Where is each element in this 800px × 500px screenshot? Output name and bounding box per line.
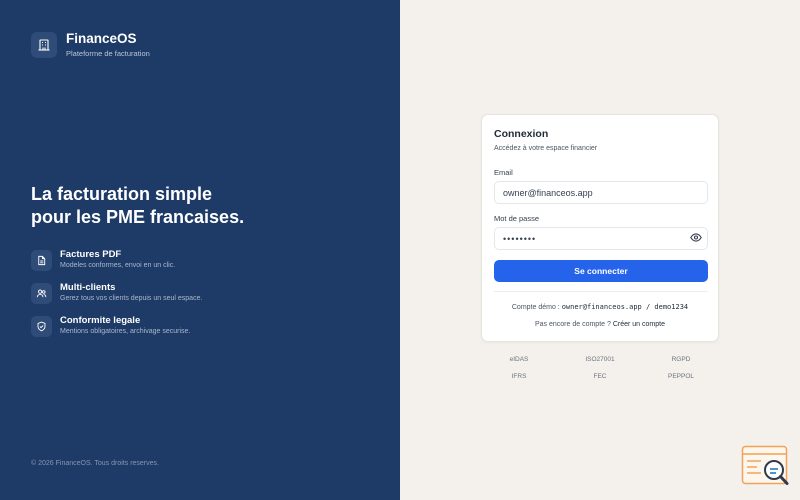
feature-title: Factures PDF [60,249,122,260]
feature-item: Factures PDF Modeles conformes, envoi en… [31,249,202,282]
document-icon [31,250,52,271]
feature-list: Factures PDF Modeles conformes, envoi en… [31,249,202,348]
compliance-badge: ISO27001 [585,356,615,363]
compliance-badge: PEPPOL [667,373,694,380]
hero-headline: La facturation simple pour les PME franc… [31,183,371,229]
demo-account-hint: Compte démo : owner@financeos.app / demo… [482,303,718,311]
demo-credentials: owner@financeos.app / demo1234 [561,303,689,311]
eye-icon[interactable] [689,232,702,242]
signup-prefix: Pas encore de compte ? [535,321,611,328]
feature-title: Conformite legale [60,315,141,326]
login-button[interactable]: Se connecter [494,260,708,282]
compliance-badge: IFRS [511,373,527,380]
feature-item: Multi-clients Gerez tous vos clients dep… [31,282,202,315]
divider [494,291,708,292]
compliance-badge: FEC [593,373,607,380]
hero-headline-line2: pour les PME francaises. [31,207,245,227]
brand-panel: FinanceOS Plateforme de facturation La f… [0,0,400,500]
email-field[interactable] [494,181,708,204]
email-label: Email [494,168,513,177]
demo-prefix: Compte démo : [511,304,560,311]
brand-name: FinanceOS [66,31,137,46]
compliance-badge: RGPD [671,356,691,363]
compliance-badges: eIDAS ISO27001 RGPD IFRS FEC PEPPOL [481,354,719,382]
feature-description: Modeles conformes, envoi en un clic. [60,262,176,269]
login-title: Connexion [494,128,549,140]
hero-headline-line1: La facturation simple [31,184,213,204]
shield-check-icon [31,316,52,337]
login-card: Connexion Accédez à votre espace financi… [481,114,719,342]
users-icon [31,283,52,304]
inspector-icon[interactable] [741,445,791,490]
login-subtitle: Accédez à votre espace financier [494,145,598,152]
password-field[interactable] [494,227,708,250]
compliance-badge: eIDAS [509,356,529,363]
brand-subtitle: Plateforme de facturation [66,49,150,58]
feature-item: Conformite legale Mentions obligatoires,… [31,315,202,348]
brand: FinanceOS Plateforme de facturation [31,31,150,58]
signup-link[interactable]: Créer un compte [613,321,665,328]
feature-description: Gerez tous vos clients depuis un seul es… [60,295,203,302]
building-icon [31,31,57,58]
signup-prompt: Pas encore de compte ? Créer un compte [482,321,718,328]
feature-title: Multi-clients [60,282,116,293]
copyright: © 2026 FinanceOS. Tous droits reserves. [31,460,159,467]
password-label: Mot de passe [494,214,540,223]
feature-description: Mentions obligatoires, archivage securis… [60,328,191,335]
